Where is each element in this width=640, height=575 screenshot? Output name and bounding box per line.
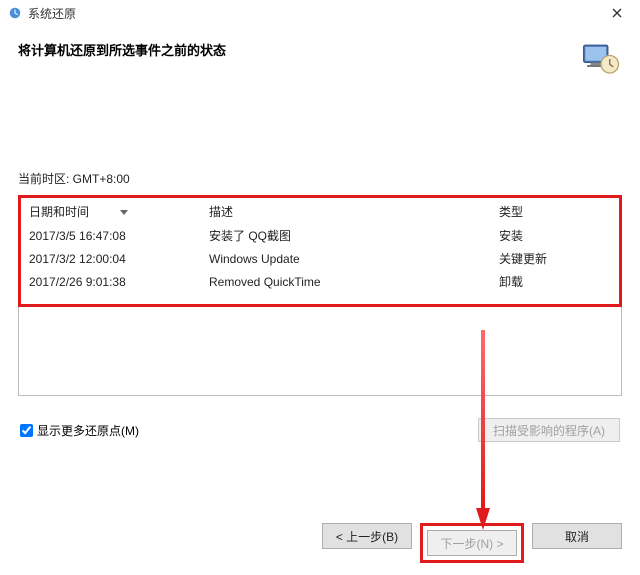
col-header-datetime[interactable]: 日期和时间 <box>21 198 201 224</box>
table-row[interactable]: 2017/3/2 12:00:04 Windows Update 关键更新 <box>21 247 619 270</box>
cell-dt: 2017/3/2 12:00:04 <box>21 247 201 270</box>
cell-type: 卸载 <box>491 270 619 293</box>
cell-type: 安装 <box>491 224 619 247</box>
timezone-label: 当前时区: GMT+8:00 <box>18 170 622 187</box>
close-button[interactable] <box>602 3 632 23</box>
system-restore-icon <box>8 6 22 20</box>
cancel-button[interactable]: 取消 <box>532 523 622 549</box>
scan-affected-button: 扫描受影响的程序(A) <box>478 418 620 442</box>
show-more-checkbox[interactable] <box>20 424 33 437</box>
show-more-checkbox-label[interactable]: 显示更多还原点(M) <box>20 422 139 439</box>
content: 当前时区: GMT+8:00 日期和时间 描述 类型 2017/3/5 16:4… <box>0 88 640 442</box>
col-header-desc[interactable]: 描述 <box>201 198 491 224</box>
header-text: 将计算机还原到所选事件之前的状态 <box>18 38 580 59</box>
sort-desc-icon <box>120 210 128 215</box>
next-button-highlight: 下一步(N) > <box>420 523 524 563</box>
titlebar: 系统还原 <box>0 0 640 26</box>
table-empty-area <box>18 306 622 396</box>
cell-dt: 2017/3/5 16:47:08 <box>21 224 201 247</box>
window-title: 系统还原 <box>28 5 602 22</box>
table-row[interactable]: 2017/3/5 16:47:08 安装了 QQ截图 安装 <box>21 224 619 247</box>
restore-points-table[interactable]: 日期和时间 描述 类型 2017/3/5 16:47:08 安装了 QQ截图 安… <box>21 198 619 293</box>
cell-desc: 安装了 QQ截图 <box>201 224 491 247</box>
header: 将计算机还原到所选事件之前的状态 <box>0 26 640 88</box>
cell-desc: Windows Update <box>201 247 491 270</box>
col-header-type[interactable]: 类型 <box>491 198 619 224</box>
table-row[interactable]: 2017/2/26 9:01:38 Removed QuickTime 卸载 <box>21 270 619 293</box>
monitor-clock-icon <box>580 38 622 80</box>
back-button[interactable]: < 上一步(B) <box>322 523 412 549</box>
cell-type: 关键更新 <box>491 247 619 270</box>
next-button: 下一步(N) > <box>427 530 517 556</box>
options-row: 显示更多还原点(M) 扫描受影响的程序(A) <box>18 418 622 442</box>
cell-dt: 2017/2/26 9:01:38 <box>21 270 201 293</box>
cell-desc: Removed QuickTime <box>201 270 491 293</box>
wizard-footer: < 上一步(B) 下一步(N) > 取消 <box>0 523 640 563</box>
restore-points-table-highlight: 日期和时间 描述 类型 2017/3/5 16:47:08 安装了 QQ截图 安… <box>18 195 622 307</box>
